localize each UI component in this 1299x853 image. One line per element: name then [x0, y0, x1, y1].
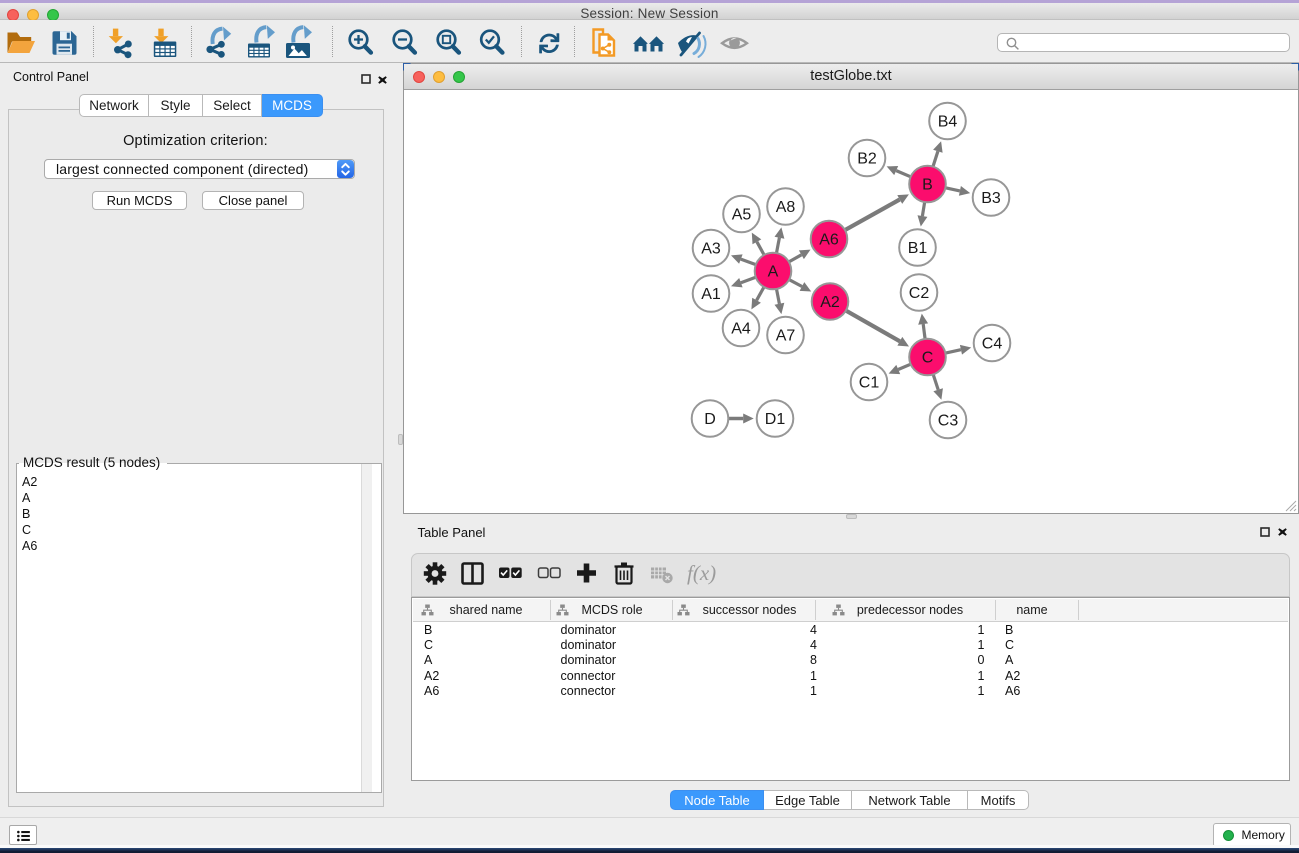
svg-text:C1: C1	[859, 375, 880, 392]
svg-text:A5: A5	[732, 207, 752, 224]
svg-text:C3: C3	[938, 413, 959, 430]
svg-text:C4: C4	[982, 336, 1003, 353]
svg-text:A: A	[768, 264, 779, 281]
svg-text:C: C	[922, 350, 934, 367]
svg-text:A3: A3	[701, 241, 721, 258]
svg-text:A7: A7	[776, 328, 796, 345]
svg-text:A8: A8	[776, 199, 796, 216]
svg-text:A1: A1	[701, 286, 721, 303]
svg-text:A4: A4	[731, 321, 751, 338]
svg-text:A2: A2	[820, 294, 840, 311]
svg-text:A6: A6	[819, 232, 839, 249]
svg-text:D: D	[704, 411, 716, 428]
svg-text:B4: B4	[938, 114, 958, 131]
svg-text:B1: B1	[908, 240, 928, 257]
svg-text:C2: C2	[909, 285, 930, 302]
svg-text:B3: B3	[981, 190, 1001, 207]
svg-text:B: B	[922, 177, 933, 194]
svg-text:B2: B2	[857, 151, 877, 168]
svg-text:D1: D1	[765, 411, 786, 428]
svg-text:f(x): f(x)	[687, 561, 716, 585]
